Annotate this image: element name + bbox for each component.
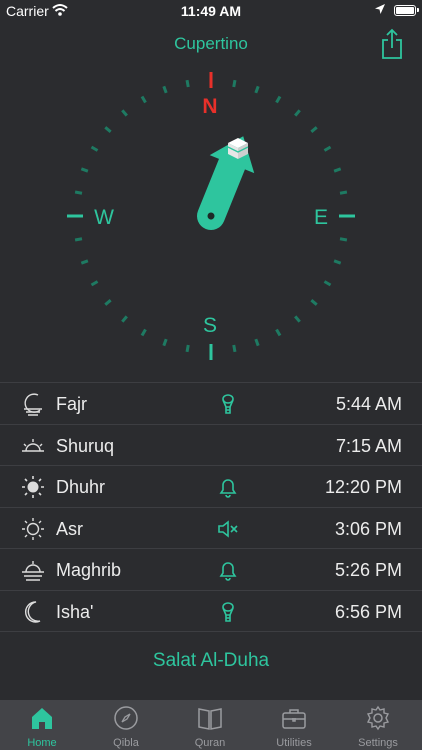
prayer-time: 3:06 PM [334, 518, 402, 539]
prayer-row-fajr[interactable]: Fajr 5:44 AM [0, 382, 422, 424]
compass-tick [80, 259, 89, 265]
prayer-time: 6:56 PM [334, 601, 402, 622]
compass-tick [90, 280, 99, 287]
compass-east-label: E [314, 206, 328, 229]
compass-tick [185, 79, 190, 88]
prayer-name: Shuruq [56, 435, 115, 456]
crescent-moon-icon [24, 601, 41, 623]
status-bar: Carrier 11:49 AM [0, 0, 422, 22]
prayer-time: 7:15 AM [335, 435, 402, 456]
bell-icon[interactable] [216, 475, 240, 499]
prayer-name: Asr [56, 518, 83, 539]
muted-speaker-icon[interactable] [216, 517, 240, 541]
qibla-compass: N S E W [0, 66, 422, 380]
sun-filled-icon [22, 476, 44, 499]
tab-quran[interactable]: Quran [168, 700, 252, 750]
prayer-name: Fajr [56, 394, 87, 414]
tab-label: Settings [358, 737, 398, 749]
nav-bar: Cupertino [0, 22, 422, 66]
compass-tick [185, 344, 190, 353]
sunrise-icon [22, 438, 44, 452]
prayer-time: 5:44 AM [335, 394, 402, 414]
location-arrow-icon [375, 4, 385, 14]
compass-tick [140, 328, 147, 337]
compass-tick [254, 338, 260, 347]
prayer-name: Maghrib [56, 560, 122, 581]
prayer-name: Dhuhr [56, 477, 106, 498]
fajr-dawn-icon [24, 393, 42, 416]
adhan-mic-icon[interactable] [216, 392, 240, 416]
gear-icon [366, 705, 390, 731]
compass-north-label: N [202, 95, 217, 118]
sun-outline-icon [22, 517, 44, 540]
tab-settings[interactable]: Settings [336, 700, 420, 750]
compass-tick [275, 328, 282, 337]
tab-bar: Home Qibla Quran Utilities Settings [0, 700, 422, 750]
compass-tick [310, 299, 318, 306]
compass-tick [104, 126, 112, 133]
prayer-time: 12:20 PM [324, 477, 402, 498]
prayer-row-asr[interactable]: Asr 3:06 PM [0, 506, 422, 549]
status-time: 11:49 AM [180, 3, 242, 19]
compass-tick [323, 280, 332, 287]
sunset-icon [22, 561, 44, 582]
compass-tick [232, 79, 237, 88]
compass-tick [333, 167, 342, 173]
tab-home[interactable]: Home [0, 700, 84, 750]
mosque-icon [32, 708, 52, 729]
tab-label: Qibla [113, 737, 139, 749]
compass-tick [310, 126, 318, 133]
compass-tick [162, 85, 168, 94]
compass-tick [74, 190, 83, 195]
compass-tick [90, 145, 99, 152]
compass-tick [275, 95, 282, 104]
prayer-row-isha[interactable]: Isha' 6:56 PM [0, 589, 422, 632]
compass-west-label: W [94, 206, 114, 229]
compass-tick [254, 85, 260, 94]
compass-icon [114, 706, 138, 730]
share-button[interactable] [380, 28, 404, 60]
tab-label: Quran [194, 737, 226, 749]
tab-qibla[interactable]: Qibla [84, 700, 168, 750]
tab-label: Home [27, 737, 57, 749]
prayer-row-maghrib[interactable]: Maghrib 5:26 PM [0, 548, 422, 590]
prayer-time: 5:26 PM [334, 560, 402, 581]
compass-tick [104, 299, 112, 306]
tab-label: Utilities [276, 737, 312, 749]
compass-tick [232, 344, 237, 353]
tab-utilities[interactable]: Utilities [252, 700, 336, 750]
briefcase-icon [282, 709, 306, 729]
compass-tick [323, 145, 332, 152]
qibla-needle [197, 136, 255, 230]
compass-tick [333, 259, 342, 265]
prayer-row-dhuhr[interactable]: Dhuhr 12:20 PM [0, 465, 422, 507]
page-title: Cupertino [174, 34, 248, 53]
book-icon [198, 708, 222, 730]
compass-tick [339, 190, 348, 195]
compass-tick [121, 315, 128, 323]
prayer-row-shuruq[interactable]: Shuruq 7:15 AM [0, 423, 422, 466]
compass-dial: N S E W [67, 72, 355, 360]
adhan-mic-icon[interactable] [216, 600, 240, 624]
salat-al-duha-link[interactable]: Salat Al-Duha [0, 650, 422, 672]
compass-tick [121, 109, 128, 117]
compass-tick [162, 338, 168, 347]
bell-icon[interactable] [216, 558, 240, 582]
prayer-name: Isha' [56, 601, 94, 622]
compass-tick [80, 167, 89, 173]
compass-tick [294, 109, 301, 117]
compass-tick [74, 237, 83, 242]
compass-south-label: S [203, 314, 217, 337]
compass-tick [140, 95, 147, 104]
compass-tick [339, 237, 348, 242]
compass-tick [294, 315, 301, 323]
battery-icon [394, 5, 419, 16]
prayer-times-list: Fajr 5:44 AM Shuruq 7:15 AM Dhuhr 12:20 … [0, 382, 422, 632]
